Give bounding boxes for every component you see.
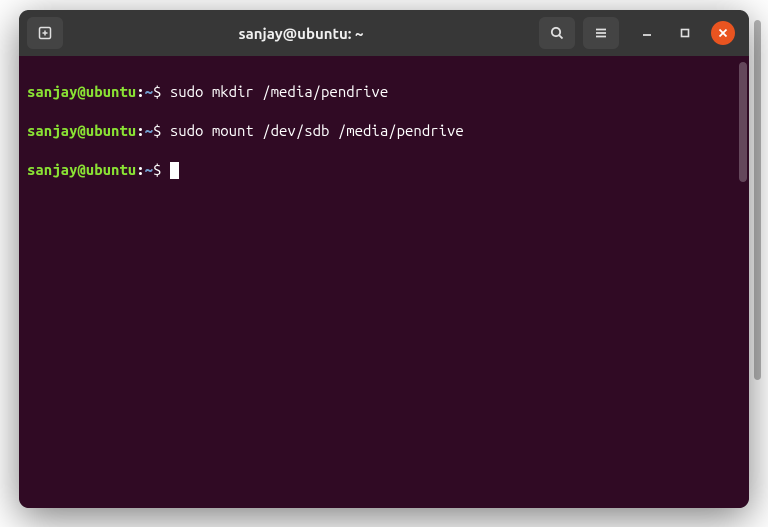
page-scrollbar[interactable] (754, 20, 761, 380)
prompt-symbol: $ (153, 161, 161, 178)
terminal-body[interactable]: sanjay@ubuntu:~$ sudo mkdir /media/pendr… (19, 56, 749, 508)
menu-button[interactable] (583, 17, 619, 49)
new-tab-icon (37, 25, 53, 41)
close-button[interactable] (711, 21, 735, 45)
search-button[interactable] (539, 17, 575, 49)
window-controls (635, 21, 735, 45)
maximize-icon (679, 27, 691, 39)
prompt-user-host: sanjay@ubuntu (27, 161, 136, 178)
minimize-button[interactable] (635, 21, 659, 45)
titlebar: sanjay@ubuntu: ~ (19, 10, 749, 56)
prompt-user-host: sanjay@ubuntu (27, 83, 136, 100)
window-title: sanjay@ubuntu: ~ (71, 25, 531, 42)
new-tab-button[interactable] (27, 17, 63, 49)
prompt-symbol: $ (153, 83, 161, 100)
terminal-window: sanjay@ubuntu: ~ (19, 10, 749, 508)
prompt-user-host: sanjay@ubuntu (27, 122, 136, 139)
maximize-button[interactable] (673, 21, 697, 45)
terminal-scrollbar[interactable] (739, 62, 747, 182)
prompt-symbol: $ (153, 122, 161, 139)
minimize-icon (641, 27, 653, 39)
prompt-path: ~ (145, 83, 153, 100)
cursor (170, 162, 179, 179)
command-text: sudo mount /dev/sdb /media/pendrive (170, 122, 464, 139)
terminal-line: sanjay@ubuntu:~$ sudo mkdir /media/pendr… (27, 82, 741, 102)
close-icon (717, 27, 729, 39)
command-text: sudo mkdir /media/pendrive (170, 83, 388, 100)
search-icon (549, 25, 565, 41)
prompt-path: ~ (145, 122, 153, 139)
hamburger-icon (593, 25, 609, 41)
terminal-line: sanjay@ubuntu:~$ sudo mount /dev/sdb /me… (27, 121, 741, 141)
terminal-line: sanjay@ubuntu:~$ (27, 160, 741, 180)
prompt-path: ~ (145, 161, 153, 178)
